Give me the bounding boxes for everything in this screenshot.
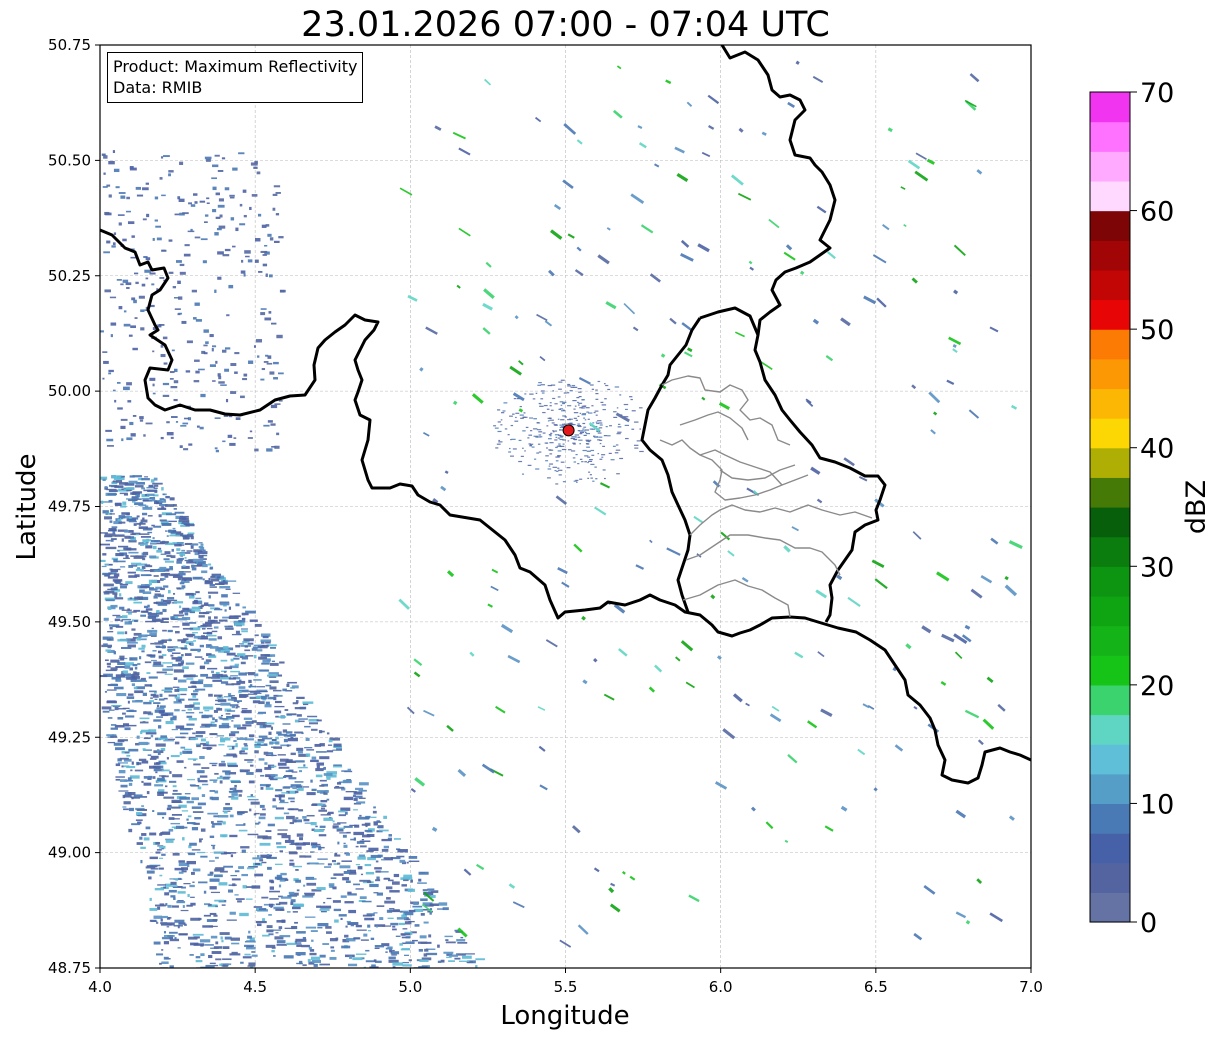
y-axis-ticks: 48.75 49.00 49.25 49.50 49.75 50.00 50.25 50.50…: [48, 36, 100, 977]
colorbar-segment: [1090, 358, 1130, 390]
colorbar-segment: [1090, 714, 1130, 745]
colorbar-segment: [1090, 210, 1130, 241]
colorbar-segment: [1090, 269, 1130, 301]
y-tick-label: 49.25: [48, 728, 91, 746]
colorbar-segment: [1090, 773, 1130, 805]
colorbar-segment: [1090, 892, 1130, 923]
colorbar-tick-label: 60: [1140, 197, 1174, 228]
x-tick-label: 6.5: [864, 978, 888, 996]
colorbar-segment: [1090, 595, 1130, 627]
colorbar-tick-label: 30: [1140, 552, 1174, 583]
colorbar: 0 10 20 30 40 50 60 70: [1089, 78, 1174, 939]
colorbar-tick-label: 70: [1140, 78, 1174, 109]
y-axis-label: Latitude: [12, 453, 42, 560]
colorbar-segment: [1090, 447, 1130, 478]
y-tick-label: 50.25: [48, 267, 91, 285]
colorbar-tick-label: 0: [1140, 908, 1157, 939]
y-tick-label: 49.00: [48, 844, 91, 862]
x-tick-label: 4.5: [243, 978, 267, 996]
colorbar-segment: [1090, 92, 1130, 123]
colorbar-segment: [1090, 536, 1130, 567]
colorbar-tick-label: 20: [1140, 671, 1174, 702]
colorbar-segment: [1090, 862, 1130, 893]
x-axis-label: Longitude: [500, 1001, 629, 1031]
y-tick-label: 50.00: [48, 382, 91, 400]
colorbar-segment: [1090, 477, 1130, 508]
colorbar-segment: [1090, 329, 1130, 360]
colorbar-tick-label: 10: [1140, 789, 1174, 820]
colorbar-tick-label: 50: [1140, 315, 1174, 346]
colorbar-segment: [1090, 655, 1130, 686]
radar-map-figure: 4.0 4.5 5.0 5.5 6.0 6.5 7.0 48.75 49.00 49.25 49.…: [12, 36, 1212, 1031]
colorbar-segment: [1090, 299, 1130, 330]
x-tick-label: 4.0: [88, 978, 112, 996]
y-tick-label: 48.75: [48, 959, 91, 977]
radar-site-marker: [562, 424, 575, 437]
colorbar-segment: [1090, 151, 1130, 182]
x-tick-label: 5.5: [554, 978, 578, 996]
colorbar-segment: [1090, 121, 1130, 152]
colorbar-segment: [1090, 507, 1130, 538]
y-tick-label: 50.50: [48, 151, 91, 169]
colorbar-segment: [1090, 388, 1130, 419]
colorbar-segment: [1090, 833, 1130, 864]
colorbar-segment: [1090, 744, 1130, 775]
x-axis-ticks: 4.0 4.5 5.0 5.5 6.0 6.5 7.0: [88, 968, 1043, 996]
info-box: Product: Maximum Reflectivity Data: RMIB: [107, 52, 364, 103]
y-tick-label: 49.75: [48, 498, 91, 516]
product-label: Product: Maximum Reflectivity: [113, 57, 358, 76]
colorbar-segment: [1090, 240, 1130, 271]
colorbar-segment: [1090, 803, 1130, 834]
x-tick-label: 7.0: [1019, 978, 1043, 996]
y-tick-label: 49.50: [48, 613, 91, 631]
x-tick-label: 6.0: [709, 978, 733, 996]
colorbar-segment: [1090, 625, 1130, 656]
colorbar-segment: [1090, 418, 1130, 449]
x-tick-label: 5.0: [398, 978, 422, 996]
y-tick-label: 50.75: [48, 36, 91, 54]
colorbar-segment: [1090, 566, 1130, 597]
colorbar-segment: [1090, 684, 1130, 716]
colorbar-tick-label: 40: [1140, 434, 1174, 465]
colorbar-label: dBZ: [1181, 480, 1212, 534]
data-source-label: Data: RMIB: [113, 78, 203, 97]
colorbar-segment: [1090, 180, 1130, 212]
